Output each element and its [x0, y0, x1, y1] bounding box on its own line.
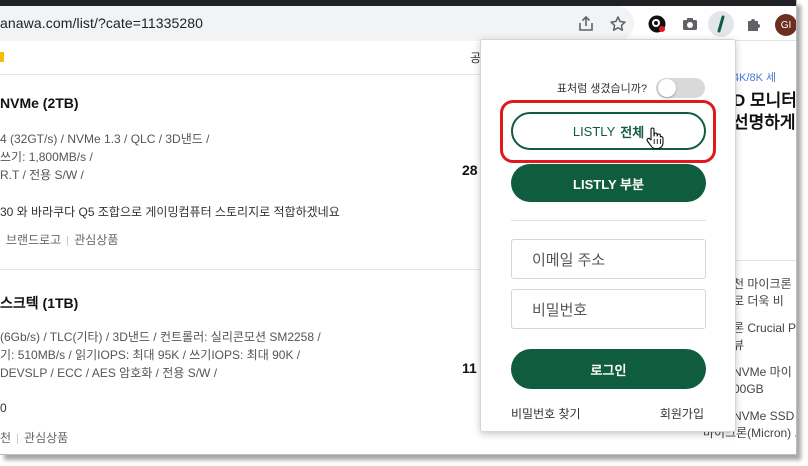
- divider: [511, 220, 706, 221]
- product-title[interactable]: NVMe (2TB): [0, 95, 79, 111]
- divider: [67, 235, 69, 246]
- wishlist-link[interactable]: 관심상품: [74, 233, 118, 247]
- product-spec-line: 기: 510MB/s / 읽기IOPS: 최대 95K / 쓰기IOPS: 최대…: [0, 348, 301, 362]
- button-label-bold: 전체: [620, 124, 645, 140]
- product-spec-line: R.T / 전용 S/W /: [0, 168, 84, 182]
- wishlist-link[interactable]: 관심상품: [24, 431, 68, 445]
- email-field[interactable]: 이메일 주소: [511, 239, 706, 279]
- product-review: 0: [0, 401, 7, 415]
- sidebar-item[interactable]: NVMe 마이: [733, 364, 792, 380]
- listly-partial-button[interactable]: LISTLY 부분: [511, 164, 706, 202]
- product-review: 30 와 바라쿠다 Q5 조합으로 게이밍컴퓨터 스토리지로 적합하겠네요: [0, 205, 340, 219]
- product-title[interactable]: 스크텍 (1TB): [0, 293, 78, 313]
- ad-subtitle[interactable]: 4K/8K 세: [733, 69, 776, 85]
- recommend-link[interactable]: 천: [0, 431, 11, 445]
- hand-pointer-icon: [646, 126, 664, 150]
- camera-icon[interactable]: [679, 13, 701, 35]
- login-button[interactable]: 로그인: [511, 349, 706, 389]
- button-label: LISTLY: [572, 123, 616, 139]
- listly-extension-popup: 표처럼 생겼습니까? LISTLY 전체 LISTLY 부분 이메일 주소 비밀…: [480, 39, 736, 432]
- star-icon[interactable]: [607, 13, 629, 35]
- listly-extension-icon[interactable]: [646, 13, 668, 35]
- address-bar[interactable]: anawa.com/list/?cate=11335280: [0, 6, 634, 41]
- toggle-label: 표처럼 생겼습니까?: [556, 83, 647, 95]
- browser-toolbar: anawa.com/list/?cate=11335280 GI: [0, 6, 796, 41]
- signup-link[interactable]: 회원가입: [660, 405, 704, 422]
- ad-title[interactable]: D 모니터 선명하게: [733, 90, 797, 134]
- puzzle-icon[interactable]: [743, 13, 765, 35]
- table-detection-toggle[interactable]: [656, 78, 705, 98]
- product-spec-line: 4 (32GT/s) / NVMe 1.3 / QLC / 3D낸드 /: [0, 132, 210, 146]
- screenshot-frame: anawa.com/list/?cate=11335280 GI 공 NVMe …: [0, 0, 797, 455]
- product-links: 천 관심상품: [0, 429, 68, 446]
- product-spec-line: (6Gb/s) / TLC(기타) / 3D낸드 / 컨트롤러: 실리콘모션 S…: [0, 330, 321, 344]
- toggle-knob: [658, 79, 676, 97]
- share-icon[interactable]: [575, 13, 597, 35]
- password-field[interactable]: 비밀번호: [511, 289, 706, 329]
- ad-title-line: 선명하게: [733, 113, 796, 132]
- profile-avatar[interactable]: GI: [775, 14, 796, 36]
- sidebar-item[interactable]: 론 Crucial P: [733, 320, 796, 336]
- ad-title-line: D 모니터: [733, 91, 797, 110]
- sidebar-item[interactable]: 00GB: [733, 381, 764, 397]
- forgot-password-link[interactable]: 비밀번호 찾기: [511, 405, 581, 422]
- url-text[interactable]: anawa.com/list/?cate=11335280: [0, 15, 203, 31]
- brand-logo-link[interactable]: 브랜드로고: [6, 233, 61, 247]
- sidebar-item[interactable]: 천 마이크론: [733, 276, 792, 292]
- sidebar-item[interactable]: 로 더욱 비: [733, 293, 784, 309]
- slash-extension-icon[interactable]: [708, 11, 734, 37]
- product-spec-line: DEVSLP / ECC / AES 암호화 / 전용 S/W /: [0, 366, 218, 380]
- sidebar-item[interactable]: NVMe SSD 도: [733, 408, 796, 424]
- product-spec-line: 쓰기: 1,800MB/s /: [0, 150, 93, 164]
- table-detection-row: 표처럼 생겼습니까?: [481, 78, 737, 98]
- product-links: 브랜드로고 관심상품: [6, 231, 118, 248]
- list-marker: [0, 52, 4, 62]
- divider: [733, 260, 796, 261]
- right-sidebar: 4K/8K 세 D 모니터 선명하게 천 마이크론 로 더욱 비 론 Cruci…: [703, 42, 797, 454]
- listly-full-button[interactable]: LISTLY 전체: [511, 112, 706, 150]
- product-price[interactable]: 28: [462, 162, 478, 178]
- product-price[interactable]: 11: [462, 360, 477, 376]
- divider: [17, 433, 19, 444]
